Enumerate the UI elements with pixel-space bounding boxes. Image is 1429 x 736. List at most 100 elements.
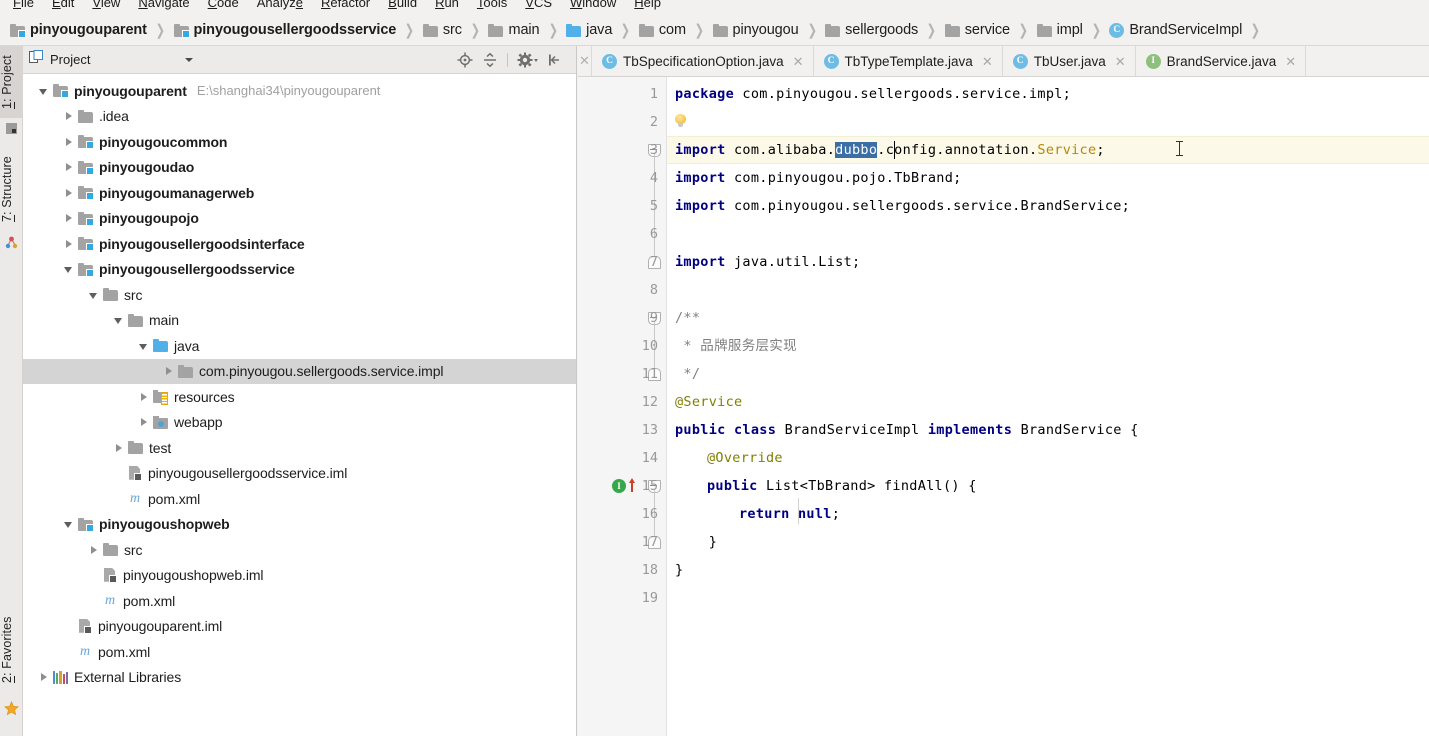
chevron-down-icon[interactable] bbox=[62, 517, 76, 531]
tree-row[interactable]: pinyougoumanagerweb bbox=[23, 180, 576, 206]
tree-row[interactable]: resources bbox=[23, 384, 576, 410]
close-icon[interactable]: ✕ bbox=[982, 55, 993, 68]
gear-icon[interactable] bbox=[517, 52, 539, 68]
tool-button-project[interactable]: 1: Project bbox=[0, 46, 23, 118]
code-line[interactable]: import com.pinyougou.pojo.TbBrand; bbox=[667, 164, 962, 192]
code-line[interactable]: } bbox=[667, 528, 717, 556]
chevron-down-icon[interactable] bbox=[62, 262, 76, 276]
tree-row[interactable]: pinyougousellergoodsservice.iml bbox=[23, 461, 576, 487]
tree-row[interactable]: src bbox=[23, 282, 576, 308]
tree-row[interactable]: test bbox=[23, 435, 576, 461]
menu-item-help[interactable]: Help bbox=[625, 0, 670, 14]
breadcrumb-item-brandserviceimpl[interactable]: C BrandServiceImpl bbox=[1105, 19, 1244, 41]
code-line[interactable]: public List<TbBrand> findAll() { bbox=[667, 472, 977, 500]
tree-row[interactable]: pinyougouparent.iml bbox=[23, 614, 576, 640]
tree-row[interactable]: .idea bbox=[23, 104, 576, 130]
intention-bulb-icon[interactable] bbox=[674, 114, 687, 129]
tree-row[interactable]: pinyougouparent E:\shanghai34\pinyougoupa… bbox=[23, 78, 576, 104]
editor-tab-tbtypetemplate-java[interactable]: C TbTypeTemplate.java ✕ bbox=[814, 46, 1003, 76]
override-arrow-icon[interactable] bbox=[628, 478, 637, 492]
chevron-right-icon[interactable] bbox=[62, 109, 76, 123]
chevron-right-icon[interactable] bbox=[162, 364, 176, 378]
code-line[interactable]: import com.alibaba.dubbo.config.annotati… bbox=[667, 136, 1105, 164]
chevron-right-icon[interactable] bbox=[137, 390, 151, 404]
close-icon[interactable]: ✕ bbox=[793, 55, 804, 68]
editor-tab-tbspecificationoption-java[interactable]: C TbSpecificationOption.java ✕ bbox=[592, 46, 814, 76]
breadcrumb-item-pinyougouparent[interactable]: pinyougouparent bbox=[6, 19, 149, 41]
tree-row[interactable]: pinyougousellergoodsservice bbox=[23, 257, 576, 283]
menu-item-build[interactable]: Build bbox=[379, 0, 426, 14]
editor-tab-tbuser-java[interactable]: C TbUser.java ✕ bbox=[1003, 46, 1136, 76]
tree-row[interactable]: java bbox=[23, 333, 576, 359]
chevron-down-icon[interactable] bbox=[37, 84, 51, 98]
tree-row-selected[interactable]: com.pinyougou.sellergoods.service.impl bbox=[23, 358, 576, 384]
tree-row[interactable]: main bbox=[23, 308, 576, 334]
menu-item-run[interactable]: Run bbox=[426, 0, 468, 14]
tree-row[interactable]: pinyougoucommon bbox=[23, 129, 576, 155]
chevron-down-icon[interactable] bbox=[137, 339, 151, 353]
code-editor[interactable]: 1 2 3 4 5 6 7 8 9 10 11 12 13 14 15 16 17 18 19 I package … bbox=[578, 77, 1429, 736]
tree-row[interactable]: pinyougousellergoodsinterface bbox=[23, 231, 576, 257]
code-line[interactable]: package com.pinyougou.sellergoods.servic… bbox=[667, 80, 1071, 108]
chevron-down-icon[interactable] bbox=[87, 288, 101, 302]
breadcrumb-item-sellergoods[interactable]: sellergoods bbox=[821, 19, 920, 41]
menu-item-edit[interactable]: Edit bbox=[43, 0, 83, 14]
breadcrumb-item-java[interactable]: java bbox=[562, 19, 614, 41]
code-line[interactable]: return null; bbox=[667, 500, 840, 528]
code-line[interactable]: import java.util.List; bbox=[667, 248, 860, 276]
chevron-down-icon[interactable] bbox=[112, 313, 126, 327]
breadcrumb-item-pinyougousellergoodsservice[interactable]: pinyougousellergoodsservice bbox=[170, 19, 399, 41]
tab-overflow-close[interactable]: ✕ bbox=[578, 46, 592, 76]
tree-row[interactable]: webapp bbox=[23, 410, 576, 436]
breadcrumb-item-impl[interactable]: impl bbox=[1033, 19, 1085, 41]
chevron-right-icon[interactable] bbox=[62, 135, 76, 149]
code-line[interactable]: public class BrandServiceImpl implements… bbox=[667, 416, 1139, 444]
tool-button-favorites[interactable]: 2: Favorites bbox=[0, 604, 23, 696]
hide-icon[interactable] bbox=[548, 52, 566, 68]
menu-item-refactor[interactable]: Refactor bbox=[312, 0, 379, 14]
chevron-down-icon[interactable] bbox=[185, 57, 194, 62]
menu-item-tools[interactable]: Tools bbox=[468, 0, 516, 14]
chevron-right-icon[interactable] bbox=[87, 543, 101, 557]
breadcrumb-item-pinyougou[interactable]: pinyougou bbox=[709, 19, 801, 41]
code-line[interactable]: @Service bbox=[667, 388, 742, 416]
menu-item-analyze[interactable]: Analyze bbox=[248, 0, 312, 14]
chevron-right-icon[interactable] bbox=[112, 441, 126, 455]
tree-row[interactable]: m pom.xml bbox=[23, 486, 576, 512]
breadcrumb-item-service[interactable]: service bbox=[941, 19, 1012, 41]
tree-row[interactable]: pinyougoudao bbox=[23, 155, 576, 181]
locate-icon[interactable] bbox=[457, 52, 473, 68]
chevron-right-icon[interactable] bbox=[62, 237, 76, 251]
collapse-all-icon[interactable] bbox=[482, 52, 498, 68]
chevron-right-icon[interactable] bbox=[62, 211, 76, 225]
code-line[interactable]: @Override bbox=[667, 444, 783, 472]
code-line[interactable]: } bbox=[667, 556, 683, 584]
chevron-right-icon[interactable] bbox=[62, 186, 76, 200]
code-line[interactable]: * 品牌服务层实现 bbox=[667, 332, 797, 360]
breadcrumb-item-src[interactable]: src bbox=[419, 19, 464, 41]
chevron-right-icon[interactable] bbox=[62, 160, 76, 174]
tree-row[interactable]: pinyougoushopweb.iml bbox=[23, 563, 576, 589]
menu-item-window[interactable]: Window bbox=[561, 0, 625, 14]
tree-row[interactable]: External Libraries bbox=[23, 665, 576, 691]
code-line[interactable]: import com.pinyougou.sellergoods.service… bbox=[667, 192, 1130, 220]
code-line[interactable]: */ bbox=[667, 360, 700, 388]
chevron-right-icon[interactable] bbox=[137, 415, 151, 429]
project-tree[interactable]: pinyougouparent E:\shanghai34\pinyougoupa… bbox=[23, 74, 576, 690]
code-line[interactable]: /** bbox=[667, 304, 700, 332]
tree-row[interactable]: pinyougoupojo bbox=[23, 206, 576, 232]
implementing-method-icon[interactable]: I bbox=[612, 479, 626, 493]
menu-item-navigate[interactable]: Navigate bbox=[129, 0, 198, 14]
breadcrumb-item-com[interactable]: com bbox=[635, 19, 688, 41]
editor-gutter[interactable]: 1 2 3 4 5 6 7 8 9 10 11 12 13 14 15 16 17 18 19 I bbox=[578, 77, 667, 736]
code-text[interactable]: package com.pinyougou.sellergoods.servic… bbox=[667, 77, 1429, 736]
close-icon[interactable]: ✕ bbox=[1115, 55, 1126, 68]
tree-row[interactable]: m pom.xml bbox=[23, 639, 576, 665]
chevron-right-icon[interactable] bbox=[37, 670, 51, 684]
editor-tab-brandservice-java[interactable]: I BrandService.java ✕ bbox=[1136, 46, 1307, 76]
menu-item-code[interactable]: Code bbox=[199, 0, 248, 14]
tree-row[interactable]: src bbox=[23, 537, 576, 563]
menu-item-file[interactable]: File bbox=[4, 0, 43, 14]
menu-item-vcs[interactable]: VCS bbox=[516, 0, 561, 14]
breadcrumb-item-main[interactable]: main bbox=[484, 19, 541, 41]
